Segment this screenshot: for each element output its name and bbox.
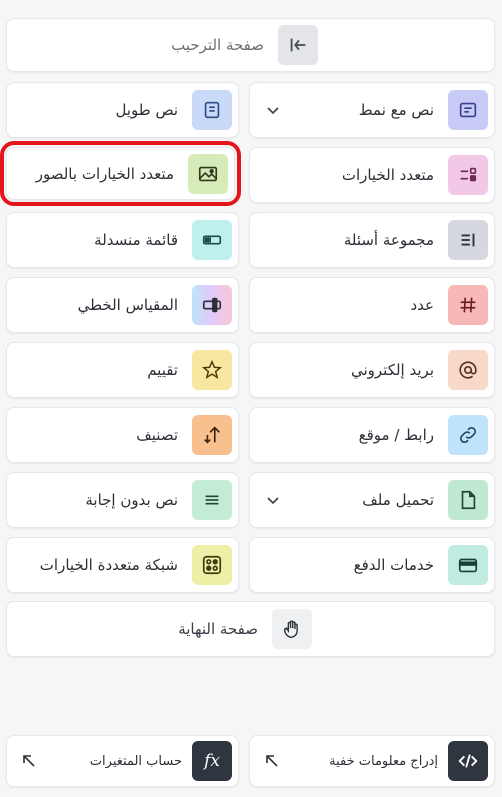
grid-icon	[192, 545, 232, 585]
statement-label: نص بدون إجابة	[85, 491, 178, 509]
linear-scale-button[interactable]: المقياس الخطي	[6, 277, 239, 333]
picture-choice-label: متعدد الخيارات بالصور	[35, 164, 174, 183]
welcome-page-label: صفحة الترحيب	[171, 36, 264, 54]
choice-list-icon	[448, 155, 488, 195]
end-page-button[interactable]: صفحة النهاية	[6, 601, 495, 657]
end-page-label: صفحة النهاية	[178, 620, 258, 638]
file-upload-button[interactable]: تحميل ملف	[249, 472, 495, 528]
number-button[interactable]: عدد	[249, 277, 495, 333]
card-icon	[448, 545, 488, 585]
matrix-button[interactable]: شبكة متعددة الخيارات	[6, 537, 239, 593]
multiple-choice-label: متعدد الخيارات	[341, 166, 434, 184]
hidden-fields-label: إدراج معلومات خفية	[329, 753, 438, 769]
long-text-label: نص طويل	[115, 101, 178, 119]
collapse-left-icon	[278, 25, 318, 65]
chevron-down-icon[interactable]	[266, 103, 280, 117]
rating-button[interactable]: تقييم	[6, 342, 239, 398]
at-icon	[448, 350, 488, 390]
star-icon	[192, 350, 232, 390]
image-icon	[188, 153, 228, 194]
email-label: بريد إلكتروني	[350, 361, 434, 379]
document-icon	[192, 90, 232, 130]
styled-text-button[interactable]: نص مع نمط	[249, 82, 495, 138]
question-group-button[interactable]: مجموعة أسئلة	[249, 212, 495, 268]
linear-scale-label: المقياس الخطي	[77, 296, 178, 314]
payment-button[interactable]: خدمات الدفع	[249, 537, 495, 593]
statement-button[interactable]: نص بدون إجابة	[6, 472, 239, 528]
slider-icon	[192, 285, 232, 325]
arrow-up-left-icon	[266, 755, 278, 767]
code-icon	[448, 741, 488, 781]
dropdown-icon	[192, 220, 232, 260]
url-button[interactable]: رابط / موقع	[249, 407, 495, 463]
sort-icon	[192, 415, 232, 455]
dropdown-label: قائمة منسدلة	[94, 231, 178, 249]
file-icon	[448, 480, 488, 520]
chevron-down-icon[interactable]	[266, 493, 280, 507]
hash-icon	[448, 285, 488, 325]
number-label: عدد	[410, 296, 434, 314]
multiple-choice-button[interactable]: متعدد الخيارات	[249, 147, 495, 203]
file-upload-label: تحميل ملف	[362, 491, 434, 509]
welcome-page-button[interactable]: صفحة الترحيب	[6, 18, 495, 72]
arrow-up-left-icon	[23, 755, 35, 767]
rating-label: تقييم	[147, 361, 178, 379]
long-text-button[interactable]: نص طويل	[6, 82, 239, 138]
ranking-button[interactable]: تصنيف	[6, 407, 239, 463]
ranking-label: تصنيف	[136, 426, 178, 444]
question-group-label: مجموعة أسئلة	[343, 231, 434, 249]
function-icon: fx	[192, 741, 232, 781]
text-box-icon	[448, 90, 488, 130]
link-icon	[448, 415, 488, 455]
url-label: رابط / موقع	[358, 426, 434, 444]
group-icon	[448, 220, 488, 260]
variables-button[interactable]: fx حساب المتغيرات	[6, 735, 239, 787]
picture-choice-button[interactable]: متعدد الخيارات بالصور	[0, 141, 241, 206]
variables-label: حساب المتغيرات	[89, 753, 182, 769]
payment-label: خدمات الدفع	[353, 556, 434, 574]
matrix-label: شبكة متعددة الخيارات	[39, 556, 178, 574]
lines-icon	[192, 480, 232, 520]
dropdown-button[interactable]: قائمة منسدلة	[6, 212, 239, 268]
email-button[interactable]: بريد إلكتروني	[249, 342, 495, 398]
hidden-fields-button[interactable]: إدراج معلومات خفية	[249, 735, 495, 787]
wave-hand-icon	[272, 609, 312, 649]
styled-text-label: نص مع نمط	[358, 101, 434, 119]
